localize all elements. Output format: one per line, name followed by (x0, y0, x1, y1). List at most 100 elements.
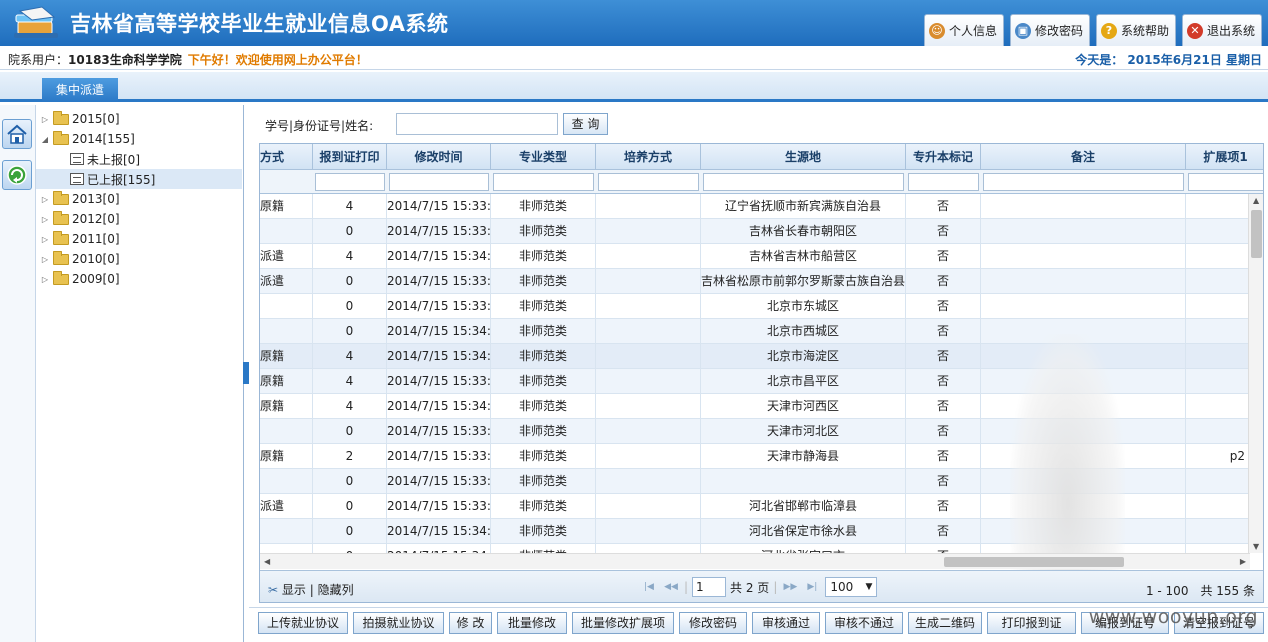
scissors-icon: ✂ (268, 583, 279, 597)
header-col-method[interactable]: 方式 (260, 144, 313, 170)
refresh-button[interactable] (2, 160, 32, 190)
help-button[interactable]: ? 系统帮助 (1095, 14, 1176, 46)
cell-col-print-count: 0 (313, 294, 387, 319)
cell-col-ext1 (1186, 294, 1250, 319)
header-col-origin[interactable]: 生源地 (701, 144, 906, 170)
page-navigation: |◀ ◀◀ | 1 共 2 页 | ▶▶ ▶| 100 (640, 575, 878, 599)
cell-col-training-mode (596, 219, 701, 244)
filter-col-modified-time[interactable] (389, 173, 489, 191)
edit-button[interactable]: 修 改 (449, 612, 492, 634)
capture-agreement-button[interactable]: 拍摄就业协议 (353, 612, 444, 634)
vertical-scrollbar[interactable]: ▲ ▼ (1248, 194, 1263, 553)
last-page-icon[interactable]: ▶| (803, 578, 821, 596)
change-pwd-button[interactable]: 修改密码 (679, 612, 747, 634)
logout-button[interactable]: ✕ 退出系统 (1181, 14, 1262, 46)
filter-col-ext1[interactable] (1188, 173, 1263, 191)
tree-node-2014[interactable]: ◢ 2014[155] (40, 129, 135, 149)
cell-col-upgrade-flag: 否 (906, 244, 981, 269)
expand-icon[interactable]: ▷ (40, 215, 50, 224)
tree-node-2013[interactable]: ▷ 2013[0] (40, 189, 120, 209)
cell-col-major-type: 非师范类 (491, 469, 596, 494)
cell-col-ext1 (1186, 194, 1250, 219)
scroll-left-icon[interactable]: ◀ (264, 557, 270, 566)
filter-col-major-type[interactable] (493, 173, 594, 191)
batch-edit-button[interactable]: 批量修改 (497, 612, 567, 634)
tree-node-2010[interactable]: ▷ 2010[0] (40, 249, 120, 269)
search-input[interactable] (396, 113, 558, 135)
header-col-training-mode[interactable]: 培养方式 (596, 144, 701, 170)
cell-col-remarks (981, 244, 1186, 269)
refresh-icon (7, 165, 27, 185)
cell-col-training-mode (596, 294, 701, 319)
first-page-icon[interactable]: |◀ (640, 578, 658, 596)
page-size-select[interactable]: 100 (825, 577, 878, 597)
cell-col-remarks (981, 294, 1186, 319)
tree-node-not-reported[interactable]: 未上报[0] (70, 149, 140, 169)
vertical-scroll-thumb[interactable] (1251, 210, 1262, 258)
tree-node-2012[interactable]: ▷ 2012[0] (40, 209, 120, 229)
filter-col-origin[interactable] (703, 173, 904, 191)
cell-col-upgrade-flag: 否 (906, 219, 981, 244)
scroll-up-icon[interactable]: ▲ (1253, 196, 1259, 205)
user-icon: ☺ (928, 22, 945, 39)
hide-columns-link[interactable]: 隐藏列 (318, 583, 354, 597)
profile-button[interactable]: ☺ 个人信息 (923, 14, 1004, 46)
batch-edit-ext-button[interactable]: 批量修改扩展项 (572, 612, 674, 634)
table-row[interactable]: 派遣 0 2014/7/15 15:33:5 非师范类 吉林省松原市前郭尔罗斯蒙古族自治… (260, 269, 1250, 294)
header-col-upgrade-flag[interactable]: 专升本标记 (906, 144, 981, 170)
cell-col-method (260, 544, 313, 553)
show-columns-link[interactable]: 显示 (282, 583, 306, 597)
upload-agreement-button[interactable]: 上传就业协议 (258, 612, 348, 634)
expand-icon[interactable]: ▷ (40, 235, 50, 244)
print-certificate-button[interactable]: 打印报到证 (987, 612, 1076, 634)
cell-col-print-count: 4 (313, 369, 387, 394)
query-button[interactable]: 查 询 (563, 113, 608, 135)
header-col-ext1[interactable]: 扩展项1 (1186, 144, 1263, 170)
table-row[interactable]: 0 2014/7/15 15:33:5 非师范类 吉林省长春市朝阳区否 (260, 219, 1250, 244)
generate-qrcode-button[interactable]: 生成二维码 (908, 612, 982, 634)
tree-node-2009[interactable]: ▷ 2009[0] (40, 269, 120, 289)
collapse-icon[interactable]: ◢ (40, 135, 50, 144)
horizontal-scrollbar[interactable]: ◀ ▶ (260, 553, 1250, 569)
header-col-major-type[interactable]: 专业类型 (491, 144, 596, 170)
expand-icon[interactable]: ▷ (40, 115, 50, 124)
tree-node-reported[interactable]: 已上报[155] (36, 169, 242, 189)
scroll-down-icon[interactable]: ▼ (1253, 542, 1259, 551)
next-page-icon[interactable]: ▶▶ (781, 578, 799, 596)
change-password-button[interactable]: ▣ 修改密码 (1009, 14, 1090, 46)
folder-icon (53, 110, 69, 125)
cell-col-origin: 北京市东城区 (701, 294, 906, 319)
tree-node-2011[interactable]: ▷ 2011[0] (40, 229, 120, 249)
cell-col-modified-time: 2014/7/15 15:34:0 (387, 544, 491, 553)
expand-icon[interactable]: ▷ (40, 275, 50, 284)
filter-col-remarks[interactable] (983, 173, 1184, 191)
cell-col-origin: 北京市昌平区 (701, 369, 906, 394)
expand-icon[interactable]: ▷ (40, 255, 50, 264)
filter-col-upgrade-flag[interactable] (908, 173, 979, 191)
table-row[interactable]: 0 2014/7/15 15:33:5 非师范类 北京市东城区否 (260, 294, 1250, 319)
prev-page-icon[interactable]: ◀◀ (662, 578, 680, 596)
cell-col-modified-time: 2014/7/15 15:33:5 (387, 494, 491, 519)
header-col-remarks[interactable]: 备注 (981, 144, 1186, 170)
table-row[interactable]: 派遣 4 2014/7/15 15:34:0 非师范类 吉林省吉林市船营区否 (260, 244, 1250, 269)
page-number-input[interactable]: 1 (692, 577, 727, 597)
horizontal-scroll-thumb[interactable] (944, 557, 1124, 567)
home-button[interactable] (2, 119, 32, 149)
header-col-print-count[interactable]: 报到证打印 (313, 144, 387, 170)
cell-col-origin: 辽宁省抚顺市新宾满族自治县 (701, 194, 906, 219)
header-col-modified-time[interactable]: 修改时间 (387, 144, 491, 170)
filter-col-training-mode[interactable] (598, 173, 699, 191)
expand-icon[interactable]: ▷ (40, 195, 50, 204)
table-row[interactable]: 原籍 4 2014/7/15 15:33:5 非师范类 辽宁省抚顺市新宾满族自治县否 (260, 194, 1250, 219)
help-icon: ? (1100, 22, 1117, 39)
filter-col-print-count[interactable] (315, 173, 385, 191)
cell-col-training-mode (596, 369, 701, 394)
tree-node-2015[interactable]: ▷ 2015[0] (40, 109, 120, 129)
cell-col-method (260, 219, 313, 244)
home-icon (7, 124, 27, 144)
tab-centralized-dispatch[interactable]: 集中派遣 (42, 78, 118, 102)
reject-button[interactable]: 审核不通过 (825, 612, 903, 634)
cell-col-origin: 天津市静海县 (701, 444, 906, 469)
scroll-right-icon[interactable]: ▶ (1240, 557, 1246, 566)
approve-button[interactable]: 审核通过 (752, 612, 820, 634)
